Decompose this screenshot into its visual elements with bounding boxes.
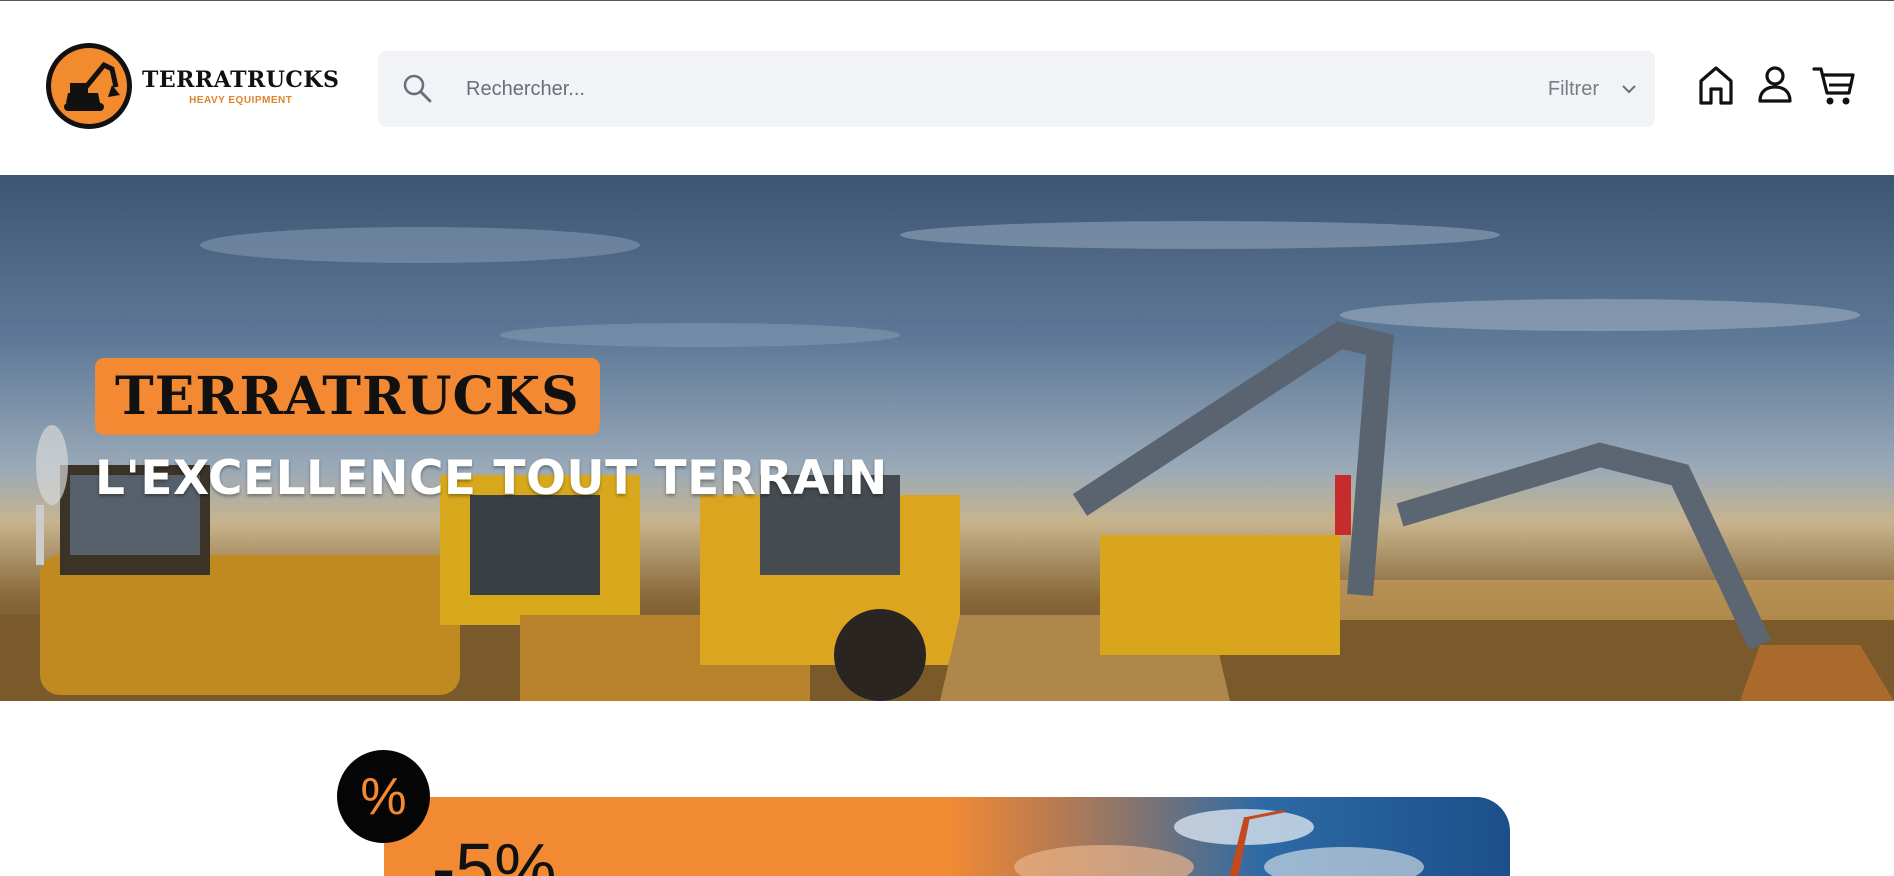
- logo-badge: [46, 43, 132, 129]
- logo-tagline: HEAVY EQUIPMENT: [189, 94, 293, 106]
- user-icon[interactable]: [1755, 63, 1795, 107]
- search-input[interactable]: [466, 69, 1366, 109]
- site-header: TERRATRUCKS HEAVY EQUIPMENT Filtrer: [0, 1, 1894, 175]
- cart-icon[interactable]: [1812, 63, 1856, 107]
- filter-label: Filtrer: [1547, 77, 1599, 100]
- search-icon[interactable]: [400, 71, 436, 107]
- logo-name: TERRATRUCKS: [142, 66, 340, 93]
- hero-brand-badge: TERRATRUCKS: [95, 358, 600, 435]
- percent-icon: %: [360, 767, 407, 826]
- site-logo[interactable]: TERRATRUCKS HEAVY EQUIPMENT: [46, 43, 339, 129]
- hero-construction-image: [0, 221, 1894, 701]
- excavator-icon: [64, 61, 120, 111]
- promo-percent-badge: %: [337, 750, 430, 843]
- search-bar: Filtrer: [378, 51, 1655, 127]
- filter-dropdown[interactable]: Filtrer: [1548, 69, 1637, 109]
- hero-banner: TERRATRUCKS L'EXCELLENCE TOUT TERRAIN: [0, 175, 1894, 701]
- promo-discount: -5%: [432, 829, 557, 876]
- hero-tagline: L'EXCELLENCE TOUT TERRAIN: [95, 451, 888, 506]
- hero-brand: TERRATRUCKS: [115, 366, 580, 427]
- home-icon[interactable]: [1696, 63, 1736, 107]
- chevron-down-icon: [1622, 85, 1636, 94]
